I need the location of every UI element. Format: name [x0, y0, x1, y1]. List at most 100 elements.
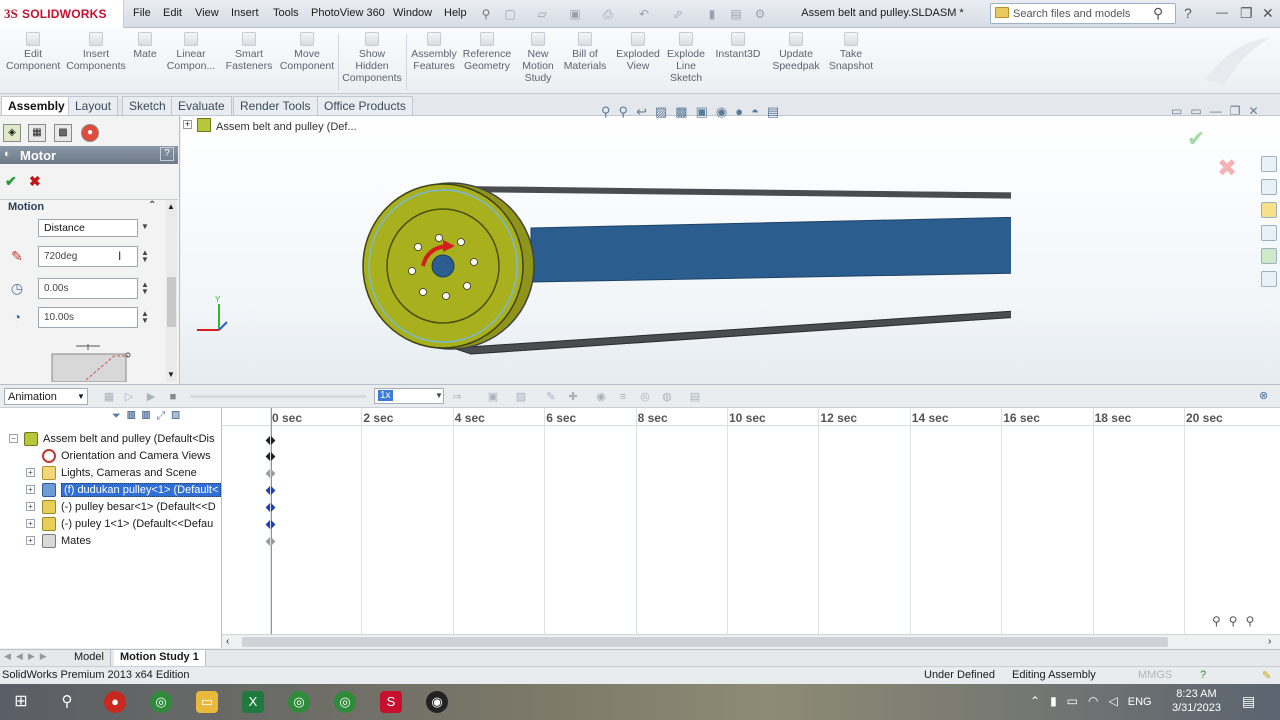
- viewport-close-icon[interactable]: ✕: [1248, 104, 1266, 118]
- distance-input[interactable]: 720deg: [38, 246, 138, 267]
- viewport-tree-label[interactable]: Assem belt and pulley (Def...: [216, 121, 357, 133]
- menu-edit[interactable]: Edit: [163, 7, 182, 19]
- scroll-thumb[interactable]: [167, 277, 176, 327]
- home-icon[interactable]: [1261, 156, 1277, 172]
- chrome-icon[interactable]: ◎: [288, 691, 310, 713]
- new-doc-icon[interactable]: ▢: [502, 6, 518, 22]
- menu-tools[interactable]: Tools: [273, 7, 299, 19]
- cmd-update-speedpak[interactable]: Update Speedpak: [768, 32, 824, 72]
- cmd-take-snapshot[interactable]: Take Snapshot: [826, 32, 876, 72]
- motion-type-select[interactable]: Distance ▼: [38, 219, 149, 237]
- previous-view-icon[interactable]: ↩: [636, 104, 655, 119]
- chrome-icon[interactable]: ◎: [334, 691, 356, 713]
- undo-icon[interactable]: ↶: [636, 6, 652, 22]
- file-explorer-icon[interactable]: [1261, 202, 1277, 218]
- zoom-area-icon[interactable]: ⚲: [619, 104, 637, 119]
- confirm-corner-ok-icon[interactable]: ✔: [1187, 126, 1205, 152]
- expand-icon[interactable]: +: [26, 536, 35, 545]
- solidworks-taskbar-icon[interactable]: S: [380, 691, 402, 713]
- battery-icon[interactable]: ▭: [1067, 694, 1088, 708]
- appearance-icon[interactable]: ●: [735, 104, 751, 119]
- wifi-icon[interactable]: ◠: [1088, 694, 1108, 708]
- menu-window[interactable]: Window: [393, 7, 432, 19]
- play-from-start-icon[interactable]: ▷: [122, 390, 136, 404]
- scroll-down-icon[interactable]: ▼: [167, 370, 175, 379]
- menu-help[interactable]: Help: [444, 7, 467, 19]
- tab-office-products[interactable]: Office Products: [317, 96, 413, 115]
- expand-icon[interactable]: +: [183, 120, 192, 129]
- playback-mode-icon[interactable]: ⇒: [450, 390, 464, 404]
- hide-show-icon[interactable]: ◉: [716, 104, 735, 119]
- cancel-button[interactable]: ✖: [29, 173, 41, 190]
- close-icon[interactable]: ✕: [1262, 5, 1274, 22]
- autokey-icon[interactable]: ✎: [544, 390, 558, 404]
- add-key-icon[interactable]: ✚: [566, 390, 580, 404]
- cmd-insert-components[interactable]: Insert Components: [64, 32, 128, 72]
- restore-icon[interactable]: ❐: [1240, 5, 1253, 22]
- design-library-icon[interactable]: [1261, 179, 1277, 195]
- minimize-icon[interactable]: —: [1216, 5, 1228, 19]
- notifications-icon[interactable]: ▤: [1242, 693, 1255, 710]
- tab-model[interactable]: Model: [68, 650, 111, 666]
- scroll-left-icon[interactable]: ‹: [226, 636, 229, 647]
- tree-row[interactable]: + Mates: [0, 533, 222, 550]
- help-icon[interactable]: ?: [1184, 5, 1192, 21]
- save-animation-icon[interactable]: ▣: [486, 390, 500, 404]
- feature-manager-icon[interactable]: ◈: [3, 124, 21, 142]
- scroll-right-icon[interactable]: ›: [1268, 636, 1271, 647]
- results-plots-icon[interactable]: ▤: [688, 390, 702, 404]
- contact-icon[interactable]: ◎: [638, 390, 652, 404]
- cmd-show-hidden[interactable]: Show Hidden Components: [342, 32, 402, 84]
- filter-results-icon[interactable]: ⤢: [156, 410, 171, 422]
- expand-icon[interactable]: +: [26, 468, 35, 477]
- cmd-exploded-view[interactable]: Exploded View: [612, 32, 664, 72]
- split-view-icon[interactable]: ▭: [1171, 104, 1190, 118]
- belt-pulley-model[interactable]: [361, 176, 1011, 356]
- timeline[interactable]: 0 sec 2 sec 4 sec 6 sec 8 sec 10 sec 12 sec 14 …: [222, 408, 1280, 634]
- expand-icon[interactable]: +: [26, 519, 35, 528]
- start-time-input[interactable]: 0.00s: [38, 278, 138, 299]
- scroll-up-icon[interactable]: ▲: [167, 202, 175, 211]
- expand-icon[interactable]: +: [26, 502, 35, 511]
- search-icon[interactable]: ⚲: [1153, 5, 1163, 22]
- gravity-icon[interactable]: ◍: [660, 390, 674, 404]
- zoom-in-icon[interactable]: ⚲: [1229, 614, 1246, 628]
- volume-icon[interactable]: ◁: [1109, 694, 1128, 708]
- clock[interactable]: 8:23 AM 3/31/2023: [1172, 687, 1221, 715]
- graphics-area[interactable]: + Assem belt and pulley (Def... ⚲⚲↩▨▩▣◉●…: [181, 104, 1280, 384]
- rebuild-icon[interactable]: ▮: [704, 6, 720, 22]
- spring-icon[interactable]: ≡: [616, 390, 630, 404]
- expand-icon[interactable]: +: [26, 485, 35, 494]
- zoom-out-icon[interactable]: ⚲: [1246, 614, 1263, 628]
- excel-icon[interactable]: X: [242, 691, 264, 713]
- app-icon[interactable]: ●: [104, 691, 126, 713]
- tree-row[interactable]: Orientation and Camera Views: [0, 448, 222, 465]
- view-orientation-icon[interactable]: ▩: [675, 104, 695, 119]
- cmd-mate[interactable]: Mate: [130, 32, 160, 60]
- language-indicator[interactable]: ENG: [1128, 696, 1152, 708]
- tab-assembly[interactable]: Assembly: [1, 96, 72, 115]
- display-style-icon[interactable]: ▣: [696, 104, 716, 119]
- filter-selected-icon[interactable]: ▦: [142, 410, 157, 422]
- search-box[interactable]: Search files and models ⚲: [990, 3, 1176, 24]
- viewport-minimize-icon[interactable]: —: [1210, 104, 1230, 118]
- calculate-icon[interactable]: ▦: [102, 390, 116, 404]
- menu-photoview[interactable]: PhotoView 360: [311, 7, 385, 19]
- tab-render-tools[interactable]: Render Tools: [233, 96, 318, 115]
- tab-scroll-icon[interactable]: ◀◀▶▶: [4, 651, 52, 662]
- playback-slider[interactable]: [190, 395, 366, 398]
- cmd-edit-component[interactable]: Edit Component: [6, 32, 60, 72]
- start-time-spinner[interactable]: ▲ ▼: [141, 281, 151, 296]
- menu-insert[interactable]: Insert: [231, 7, 259, 19]
- tree-row[interactable]: + (f) dudukan pulley<1> (Default<: [0, 482, 222, 499]
- solidworks-logo[interactable]: 3S SOLIDWORKS: [0, 0, 124, 28]
- chrome-icon[interactable]: ◎: [150, 691, 172, 713]
- duration-spinner[interactable]: ▲ ▼: [141, 310, 151, 325]
- pin-icon[interactable]: ⚲: [478, 6, 494, 22]
- configuration-manager-icon[interactable]: ▩: [54, 124, 72, 142]
- print-icon[interactable]: ⎙: [600, 6, 616, 22]
- scene-icon[interactable]: ◓: [751, 104, 767, 119]
- collapse-study-icon[interactable]: ⊗: [1259, 389, 1268, 402]
- help-button[interactable]: ?: [160, 147, 174, 161]
- file-properties-icon[interactable]: ▤: [728, 6, 744, 22]
